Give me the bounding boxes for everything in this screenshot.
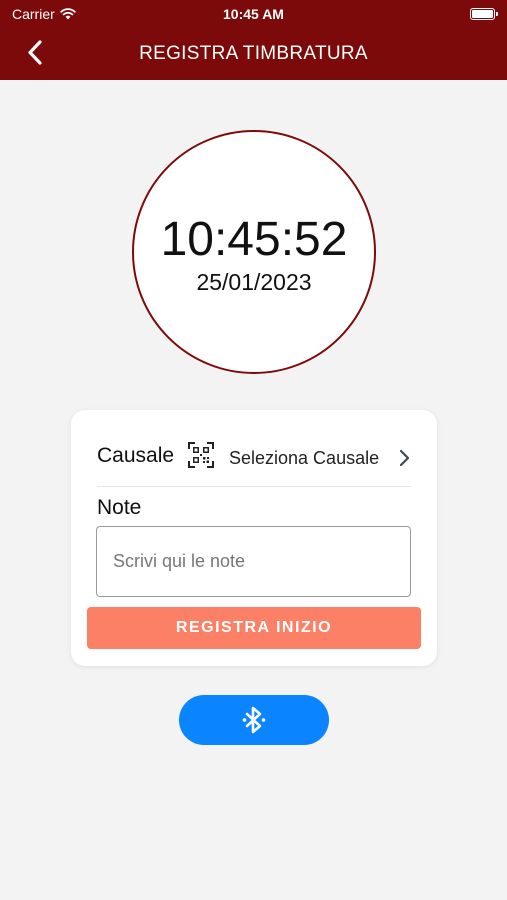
page-title: REGISTRA TIMBRATURA <box>139 43 368 64</box>
note-label: Note <box>97 496 142 519</box>
causale-value: Seleziona Causale <box>229 448 380 468</box>
causale-label: Causale <box>97 444 175 467</box>
bluetooth-button[interactable] <box>179 695 329 745</box>
timbratura-form-card: Causale Seleziona Causale Note REGISTRA … <box>71 410 437 666</box>
bluetooth-icon <box>242 706 266 734</box>
divider <box>97 486 411 487</box>
status-bar: Carrier 10:45 AM <box>0 0 507 28</box>
clock-display: 10:45:52 25/01/2023 <box>132 130 376 374</box>
chevron-right-icon <box>399 449 410 467</box>
registra-inizio-button[interactable]: REGISTRA INIZIO <box>87 607 421 649</box>
causale-selector[interactable]: Causale Seleziona Causale <box>71 410 437 486</box>
battery-icon <box>470 8 498 20</box>
status-time: 10:45 AM <box>223 6 284 22</box>
note-input[interactable] <box>96 526 411 597</box>
header-bar: Carrier 10:45 AM REGISTRA TIMBRATURA <box>0 0 507 80</box>
qr-code-icon[interactable] <box>188 442 214 468</box>
clock-date: 25/01/2023 <box>196 269 312 295</box>
clock-time: 10:45:52 <box>160 213 348 266</box>
